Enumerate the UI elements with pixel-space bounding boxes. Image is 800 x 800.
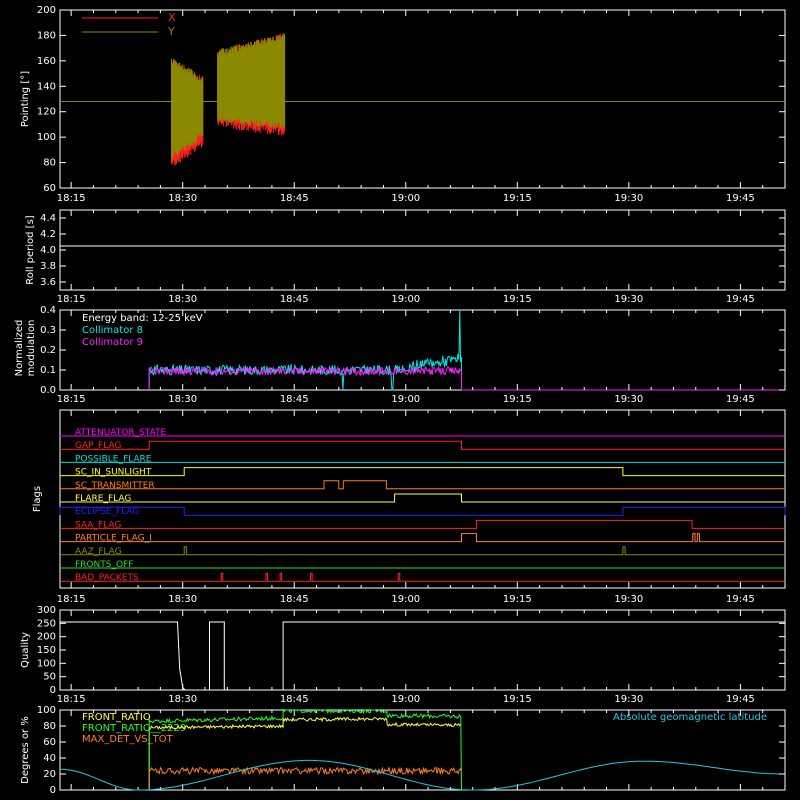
- x-tick-label: 18:30: [168, 394, 197, 405]
- flag-label: ECLIPSE_FLAG: [75, 507, 139, 517]
- y-tick-label: 180: [37, 30, 56, 41]
- legend-x-label: X: [168, 11, 176, 24]
- y-tick-label: 0.1: [40, 365, 56, 376]
- x-tick-label: 18:15: [57, 394, 86, 405]
- x-tick-label: 19:15: [503, 294, 532, 305]
- y-tick-label: 300: [37, 605, 56, 616]
- y-tick-label: 80: [43, 158, 56, 169]
- y-tick-label: 250: [37, 618, 56, 629]
- y-tick-label: 0.2: [40, 345, 56, 356]
- x-tick-label: 18:45: [280, 193, 309, 204]
- ylabel-modulation-2: modulation: [26, 320, 37, 377]
- y-tick-label: 0: [50, 785, 56, 796]
- y-tick-label: 0.3: [40, 325, 56, 336]
- y-tick-label: 3.6: [40, 277, 56, 288]
- x-tick-label: 19:00: [391, 394, 420, 405]
- x-tick-label: 18:15: [57, 694, 86, 705]
- y-tick-label: 100: [37, 658, 56, 669]
- ylabel-pointing: Pointing [°]: [20, 71, 31, 127]
- x-tick-label: 19:00: [391, 694, 420, 705]
- x-tick-label: 18:15: [57, 594, 86, 605]
- x-tick-label: 18:45: [280, 594, 309, 605]
- y-tick-label: 80: [43, 721, 56, 732]
- x-tick-label: 19:30: [614, 394, 643, 405]
- y-tick-label: 4.2: [40, 229, 56, 240]
- x-tick-label: 19:30: [614, 294, 643, 305]
- y-tick-label: 4.4: [40, 213, 56, 224]
- x-tick-label: 19:45: [726, 694, 755, 705]
- x-tick-label: 19:45: [726, 594, 755, 605]
- y-tick-label: 0.0: [40, 385, 56, 396]
- x-tick-label: 19:15: [503, 394, 532, 405]
- legend-y-label: Y: [167, 25, 175, 38]
- x-tick-label: 19:45: [726, 394, 755, 405]
- ylabel-roll: Roll period [s]: [25, 215, 36, 284]
- legend-collimator-8: Collimator 8: [82, 325, 143, 336]
- x-tick-label: 18:30: [168, 193, 197, 204]
- y-tick-label: 20: [43, 769, 56, 780]
- y-tick-label: 150: [37, 645, 56, 656]
- y-tick-label: 4.0: [40, 245, 56, 256]
- x-tick-label: 19:00: [391, 594, 420, 605]
- y-tick-label: 200: [37, 632, 56, 643]
- y-tick-label: 40: [43, 753, 56, 764]
- ylabel-ratios: Degrees or %: [20, 716, 31, 784]
- y-tick-label: 60: [43, 183, 56, 194]
- x-tick-label: 19:15: [503, 193, 532, 204]
- x-tick-label: 19:45: [726, 193, 755, 204]
- chart-canvas: Pointing [°] X Y 6080100120140160180200 …: [0, 0, 800, 800]
- ylabel-quality: Quality: [20, 632, 31, 668]
- legend-collimator-9: Collimator 9: [82, 337, 143, 348]
- legend-geomag-latitude: Absolute geomagnetic latitude: [613, 712, 767, 723]
- x-tick-label: 18:30: [168, 694, 197, 705]
- x-tick-label: 19:00: [391, 294, 420, 305]
- y-tick-label: 160: [37, 56, 56, 67]
- x-tick-label: 19:00: [391, 193, 420, 204]
- y-tick-label: 100: [37, 132, 56, 143]
- ylabel-flags: Flags: [32, 486, 43, 512]
- x-tick-label: 18:45: [280, 394, 309, 405]
- x-tick-label: 18:30: [168, 294, 197, 305]
- y-tick-label: 100: [37, 705, 56, 716]
- y-tick-label: 0.4: [40, 305, 56, 316]
- legend-front-ratio: FRONT_RATIO: [82, 712, 151, 723]
- y-tick-label: 140: [37, 81, 56, 92]
- y-tick-label: 200: [37, 5, 56, 16]
- legend-max-det: MAX_DET_VS_TOT: [82, 734, 174, 745]
- x-tick-label: 19:45: [726, 294, 755, 305]
- x-tick-label: 19:30: [614, 594, 643, 605]
- y-tick-label: 50: [43, 672, 56, 683]
- y-tick-label: 120: [37, 107, 56, 118]
- x-tick-label: 19:15: [503, 594, 532, 605]
- ylabel-modulation-1: Normalized: [14, 320, 25, 377]
- x-tick-label: 18:30: [168, 594, 197, 605]
- y-tick-label: 3.8: [40, 261, 56, 272]
- y-tick-label: 0: [50, 685, 56, 696]
- x-tick-label: 18:45: [280, 694, 309, 705]
- x-tick-label: 18:15: [57, 193, 86, 204]
- y-tick-label: 60: [43, 737, 56, 748]
- x-tick-label: 19:30: [614, 694, 643, 705]
- x-tick-label: 18:45: [280, 294, 309, 305]
- x-tick-label: 19:15: [503, 694, 532, 705]
- x-tick-label: 19:30: [614, 193, 643, 204]
- modulation-energy-band: Energy band: 12-25 keV: [82, 313, 203, 324]
- x-tick-label: 18:15: [57, 294, 86, 305]
